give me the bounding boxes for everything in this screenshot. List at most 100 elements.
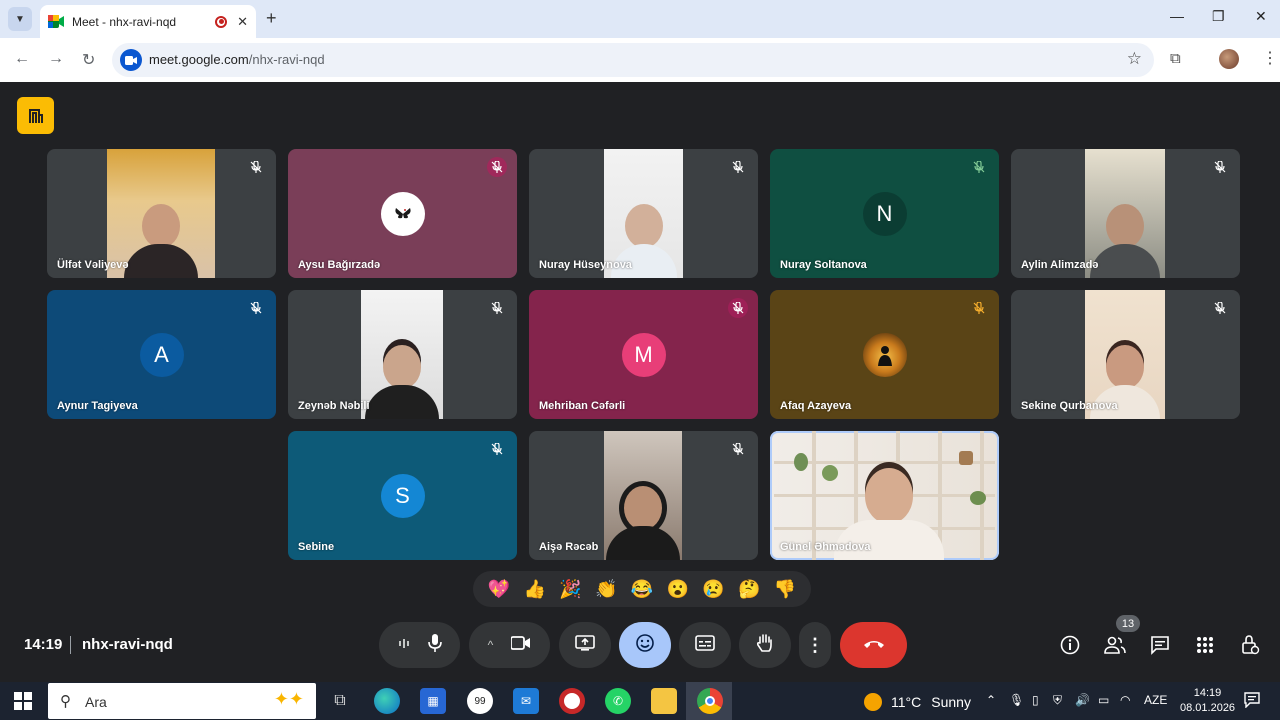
notifications-icon[interactable]: [1244, 692, 1260, 713]
screen-recorder-icon[interactable]: [559, 688, 585, 714]
reload-icon[interactable]: ↻: [82, 50, 95, 70]
show-hidden-icons-chevron[interactable]: ⌃: [986, 693, 996, 707]
leave-call-button[interactable]: [840, 622, 907, 668]
present-screen-button[interactable]: [559, 622, 611, 668]
volume-icon[interactable]: 🔊: [1075, 693, 1090, 707]
url-path: /nhx-ravi-nqd: [248, 52, 325, 67]
raise-hand-button[interactable]: [739, 622, 791, 668]
more-options-button[interactable]: ⋮: [799, 622, 831, 668]
participant-tile[interactable]: Afaq Azayeva: [770, 290, 999, 419]
close-window-button[interactable]: ✕: [1255, 8, 1267, 25]
letter-avatar: N: [862, 191, 907, 236]
reaction-joy[interactable]: 😂: [631, 579, 653, 600]
microphone-control[interactable]: [379, 622, 460, 668]
taskbar-clock[interactable]: 14:19 08.01.2026: [1180, 686, 1235, 716]
more-vert-icon: ⋮: [806, 634, 824, 655]
new-tab-button[interactable]: +: [266, 8, 277, 29]
reaction-party-popper[interactable]: 🎉: [559, 579, 581, 600]
chat-app-icon[interactable]: 99: [467, 688, 493, 714]
participant-tile[interactable]: Ülfət Vəliyevə: [47, 149, 276, 278]
taskbar-search-box[interactable]: ⚲ Ara ✦✦: [48, 683, 316, 719]
end-call-icon: [863, 636, 885, 654]
participant-tile[interactable]: N Nuray Soltanova: [770, 149, 999, 278]
participant-name: Aysu Bağırzadə: [298, 259, 381, 271]
participant-tile-active-speaker[interactable]: Günel Əhmədova: [770, 431, 999, 560]
minimize-button[interactable]: —: [1170, 8, 1184, 24]
reaction-thumbs-down[interactable]: 👎: [774, 579, 796, 600]
present-screen-icon: [575, 634, 595, 656]
profile-avatar[interactable]: [1219, 49, 1239, 69]
task-view-icon[interactable]: ⧉: [327, 688, 353, 714]
participant-tile[interactable]: Zeynəb Nəbili: [288, 290, 517, 419]
activities-grid-icon[interactable]: [1194, 634, 1216, 656]
file-explorer-icon[interactable]: [651, 688, 677, 714]
mic-off-icon: [487, 157, 507, 177]
url-host: meet.google.com: [149, 52, 249, 67]
tab-close-icon[interactable]: ✕: [237, 14, 248, 30]
whatsapp-icon[interactable]: ✆: [605, 688, 631, 714]
address-bar[interactable]: meet.google.com/nhx-ravi-nqd ☆: [112, 43, 1154, 77]
browser-menu-icon[interactable]: ⋮: [1262, 48, 1278, 68]
participant-tile[interactable]: M Mehriban Cəfərli: [529, 290, 758, 419]
mic-off-icon: [1210, 298, 1230, 318]
host-controls-lock-icon[interactable]: [1239, 634, 1261, 656]
battery-icon[interactable]: ▭: [1098, 693, 1109, 707]
wifi-icon[interactable]: ◠: [1120, 693, 1130, 707]
microsoft-store-icon[interactable]: ▦: [420, 688, 446, 714]
meeting-details-icon[interactable]: [1059, 634, 1081, 656]
chrome-icon[interactable]: [697, 688, 723, 714]
microphone-tray-icon[interactable]: 🎙: [1009, 693, 1024, 707]
recording-icon: [215, 15, 228, 28]
participant-tile[interactable]: Aylin Alimzadə: [1011, 149, 1240, 278]
participant-figure: [124, 204, 198, 278]
windows-start-icon[interactable]: [14, 692, 32, 715]
participant-tile[interactable]: A Aynur Tagiyeva: [47, 290, 276, 419]
reaction-sparkling-heart[interactable]: 💖: [488, 579, 510, 600]
meeting-room-icon[interactable]: [17, 97, 54, 134]
reactions-button[interactable]: [619, 622, 671, 668]
participant-name: Günel Əhmədova: [780, 541, 871, 553]
chevron-up-icon: ^: [487, 638, 494, 652]
forward-arrow-icon[interactable]: →: [48, 50, 64, 68]
participant-tile[interactable]: Aişə Rəcəb: [529, 431, 758, 560]
chat-icon[interactable]: [1149, 634, 1171, 656]
search-icon: ⚲: [60, 693, 71, 710]
usb-icon[interactable]: ▯: [1032, 693, 1039, 707]
participant-tile[interactable]: Sekine Qurbanova: [1011, 290, 1240, 419]
participant-name: Mehriban Cəfərli: [539, 400, 626, 412]
restore-button[interactable]: ❐: [1212, 8, 1225, 25]
reaction-thinking[interactable]: 🤔: [738, 579, 760, 600]
reaction-clapping[interactable]: 👏: [595, 579, 617, 600]
participant-tile[interactable]: Aysu Bağırzadə: [288, 149, 517, 278]
camera-control[interactable]: ^: [469, 622, 550, 668]
reaction-sad[interactable]: 😢: [702, 579, 724, 600]
mic-off-icon: [487, 439, 507, 459]
back-arrow-icon[interactable]: ←: [14, 50, 30, 68]
participant-name: Sebine: [298, 541, 335, 553]
participant-name: Nuray Hüseynova: [539, 259, 632, 271]
reaction-thumbs-up[interactable]: 👍: [523, 579, 545, 600]
participant-tile[interactable]: Nuray Hüseynova: [529, 149, 758, 278]
weather-widget[interactable]: 11°C Sunny: [864, 693, 971, 711]
defender-icon[interactable]: ⛨: [1053, 693, 1062, 708]
participant-figure: [365, 345, 439, 419]
microphone-icon: [427, 633, 442, 657]
input-language[interactable]: AZE: [1144, 693, 1167, 707]
reaction-surprised[interactable]: 😮: [667, 579, 689, 600]
letter-avatar: A: [139, 332, 184, 377]
edge-browser-icon[interactable]: [374, 688, 400, 714]
participant-tile[interactable]: S Sebine: [288, 431, 517, 560]
people-icon[interactable]: [1104, 634, 1126, 656]
captions-button[interactable]: [679, 622, 731, 668]
participant-name: Sekine Qurbanova: [1021, 400, 1118, 412]
participant-name: Afaq Azayeva: [780, 400, 852, 412]
mail-icon[interactable]: ✉: [513, 688, 539, 714]
participant-figure: [606, 486, 680, 560]
letter-avatar: S: [380, 473, 425, 518]
taskbar-time: 14:19: [1193, 687, 1222, 699]
extensions-icon[interactable]: ⧉: [1170, 50, 1181, 67]
bookmark-star-icon[interactable]: ☆: [1127, 49, 1142, 69]
browser-tab-meet[interactable]: Meet - nhx-ravi-nqd ✕: [40, 5, 256, 38]
tab-search-icon[interactable]: ▼: [8, 7, 32, 31]
site-info-icon[interactable]: [120, 49, 142, 71]
